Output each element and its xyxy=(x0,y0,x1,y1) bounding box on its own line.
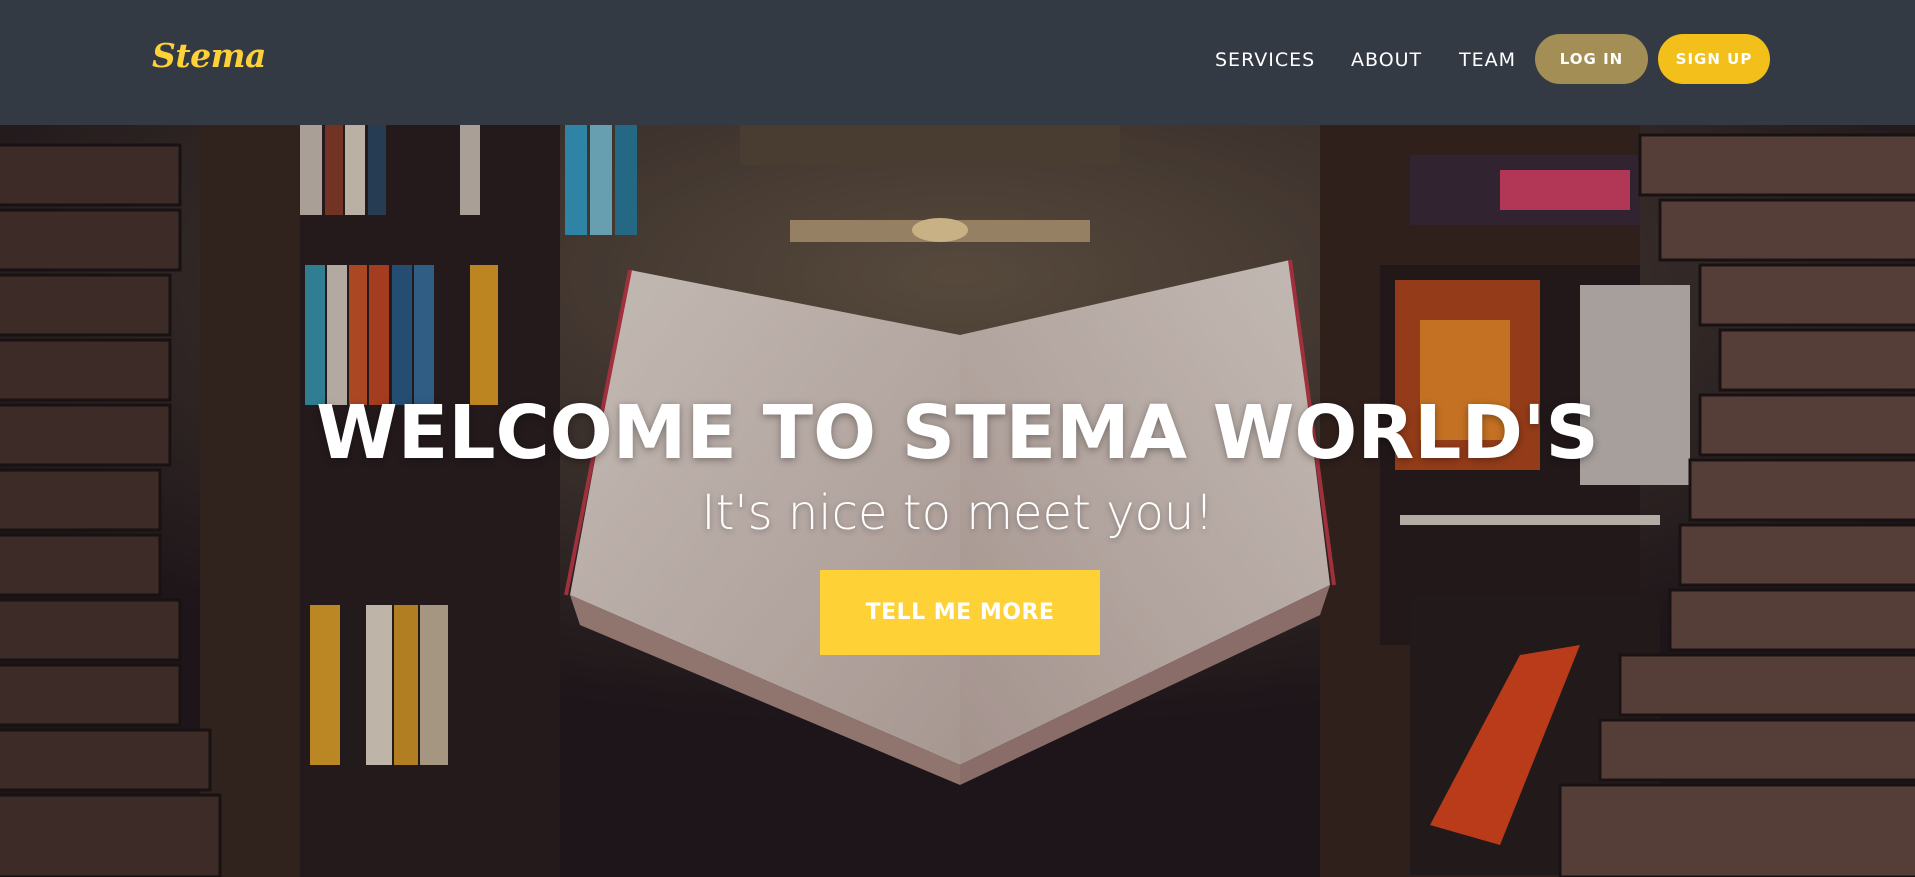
navbar: Stema SERVICES ABOUT TEAM LOG IN SIGN UP xyxy=(0,0,1915,125)
hero-title: WELCOME TO STEMA WORLD'S xyxy=(316,390,1599,476)
nav-link-services[interactable]: SERVICES xyxy=(1215,49,1315,71)
login-button[interactable]: LOG IN xyxy=(1535,34,1648,84)
brand-logo[interactable]: Stema xyxy=(152,36,266,75)
signup-button[interactable]: SIGN UP xyxy=(1658,34,1770,84)
nav-link-team[interactable]: TEAM xyxy=(1459,49,1516,71)
tell-me-more-button[interactable]: TELL ME MORE xyxy=(820,570,1100,655)
nav-link-about[interactable]: ABOUT xyxy=(1351,49,1422,71)
hero-section: WELCOME TO STEMA WORLD'S It's nice to me… xyxy=(0,125,1915,877)
hero-subtitle: It's nice to meet you! xyxy=(701,485,1214,541)
